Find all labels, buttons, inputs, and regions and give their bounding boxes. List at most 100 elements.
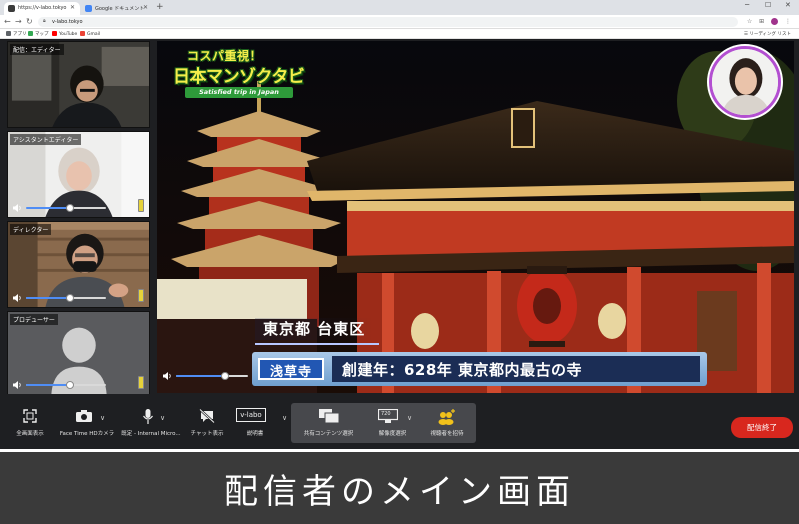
apps-icon: [6, 31, 11, 36]
reload-icon[interactable]: ↻: [26, 17, 33, 26]
chevron-down-icon[interactable]: ∨: [407, 414, 412, 422]
bookmarks-bar: アプリ マップ YouTube Gmail ☰ リーディング リスト: [0, 29, 799, 39]
volume-slider-fill: [176, 375, 225, 377]
chevron-down-icon[interactable]: ∨: [100, 414, 105, 422]
volume-slider-fill: [26, 384, 70, 386]
location-underline: [255, 343, 379, 345]
volume-slider-fill: [26, 207, 70, 209]
docs-favicon-icon: [85, 5, 92, 12]
tab-label: https://v-labo.tokyo: [18, 5, 67, 11]
chevron-down-icon[interactable]: ∨: [282, 414, 287, 422]
browser-tab-google-docs[interactable]: Google ドキュメント ✕: [81, 2, 153, 15]
volume-slider-thumb[interactable]: [221, 372, 229, 380]
volume-control: [11, 376, 148, 390]
mic-level-indicator: [138, 199, 144, 212]
new-tab-button[interactable]: +: [156, 2, 164, 12]
volume-slider-fill: [26, 297, 70, 299]
host-video-feed: [712, 49, 778, 115]
close-icon[interactable]: ✕: [143, 4, 148, 11]
participant-name: ディレクター: [10, 224, 52, 235]
participant-tile-editor[interactable]: 配信：エディター: [7, 41, 150, 128]
profile-avatar[interactable]: [771, 18, 779, 25]
fullscreen-icon: [23, 409, 37, 423]
camera-select-button[interactable]: ∨ Face Time HDカメラ: [58, 394, 116, 449]
location-caption: 東京都 台東区: [255, 318, 374, 340]
address-text: v-labo.tokyo: [52, 19, 83, 25]
streaming-app: 配信：エディター アシスタントエディター ディレクター プロデューサー コスパ重…: [0, 39, 799, 449]
volume-slider[interactable]: [26, 294, 106, 302]
main-volume-control: [161, 371, 256, 381]
participant-name: プロデューサー: [10, 314, 58, 325]
vlabo-logo-icon: v-labo: [236, 408, 266, 422]
address-bar[interactable]: 🔒︎ v-labo.tokyo: [38, 17, 738, 27]
chat-toggle-button[interactable]: チャット表示: [186, 394, 228, 449]
speaker-icon[interactable]: [13, 204, 22, 212]
volume-slider[interactable]: [26, 204, 106, 212]
lock-icon: 🔒︎: [43, 18, 46, 24]
camera-icon: [76, 410, 93, 422]
volume-control: [11, 199, 148, 213]
volume-slider-thumb[interactable]: [66, 204, 74, 212]
participant-tile-assistant-editor[interactable]: アシスタントエディター: [7, 131, 150, 218]
show-logo: コスパ重視！ 日本マンゾクタビ Satisfied trip in Japan: [171, 47, 305, 101]
volume-slider[interactable]: [26, 381, 106, 389]
toolbar-icons: ☆ ⊞ ⋮: [742, 18, 791, 25]
speaker-icon[interactable]: [13, 294, 22, 302]
host-camera-bubble[interactable]: [709, 46, 781, 118]
mic-select-button[interactable]: ∨ 既定 - Internal Micro...: [118, 394, 184, 449]
volume-slider-thumb[interactable]: [66, 294, 74, 302]
tab-label: Google ドキュメント: [95, 6, 145, 12]
participant-name: 配信：エディター: [10, 44, 64, 55]
close-window-icon[interactable]: ✕: [785, 1, 791, 9]
share-screen-icon: [318, 409, 339, 423]
microphone-icon: [142, 409, 153, 424]
chat-hidden-icon: [199, 409, 215, 423]
browser-tab-vlabo[interactable]: https://v-labo.tokyo ✕: [4, 2, 80, 15]
reading-list-button[interactable]: ☰ リーディング リスト: [744, 31, 791, 37]
mic-level-indicator: [138, 289, 144, 302]
logo-subtitle: Satisfied trip in Japan: [185, 87, 293, 98]
bookmark-gmail[interactable]: Gmail: [80, 31, 100, 37]
extensions-icon[interactable]: ⊞: [759, 18, 764, 25]
resolution-select-button[interactable]: 720 ∨ 解像度選択: [365, 394, 420, 449]
share-content-button[interactable]: 共有コンテンツ選択: [291, 394, 366, 449]
mic-level-indicator: [138, 376, 144, 389]
invite-people-icon: [438, 409, 455, 425]
main-video-feed[interactable]: コスパ重視！ 日本マンゾクタビ Satisfied trip in Japan …: [157, 41, 794, 393]
place-title-banner: 浅草寺 創建年：628年 東京都内最古の寺: [252, 352, 707, 386]
participant-tile-producer[interactable]: プロデューサー: [7, 311, 150, 395]
vlabo-favicon-icon: [8, 5, 15, 12]
minimize-icon[interactable]: ─: [745, 1, 749, 9]
forward-icon[interactable]: →: [15, 17, 22, 26]
volume-slider-thumb[interactable]: [66, 381, 74, 389]
speaker-icon[interactable]: [13, 381, 22, 389]
logo-title: 日本マンゾクタビ: [173, 67, 305, 87]
close-icon[interactable]: ✕: [70, 4, 75, 11]
youtube-icon: [52, 31, 57, 36]
bookmark-apps[interactable]: アプリ: [6, 31, 27, 37]
maps-icon: [28, 31, 33, 36]
bookmark-youtube[interactable]: YouTube: [52, 31, 77, 37]
volume-control: [11, 289, 148, 303]
chevron-down-icon[interactable]: ∨: [160, 414, 165, 422]
end-stream-button[interactable]: 配信終了: [731, 417, 793, 438]
maximize-icon[interactable]: ☐: [765, 1, 771, 9]
menu-icon[interactable]: ⋮: [785, 18, 791, 25]
gmail-icon: [80, 31, 85, 36]
place-description: 創建年：628年 東京都内最古の寺: [332, 356, 700, 382]
resolution-badge: 720: [381, 411, 391, 417]
image-caption: 配信者のメイン画面: [0, 452, 799, 524]
fullscreen-button[interactable]: 全画面表示: [8, 394, 52, 449]
participant-tile-director[interactable]: ディレクター: [7, 221, 150, 308]
back-icon[interactable]: ←: [4, 17, 11, 26]
volume-slider[interactable]: [176, 372, 248, 380]
bookmark-maps[interactable]: マップ: [28, 31, 49, 37]
browser-tabbar: https://v-labo.tokyo ✕ Google ドキュメント ✕ +…: [0, 0, 799, 15]
speaker-icon[interactable]: [163, 372, 172, 380]
control-bar: 全画面表示 ∨ Face Time HDカメラ ∨ 既定 - Internal …: [0, 394, 799, 449]
invite-viewers-button[interactable]: 視聴者を招待: [419, 394, 475, 449]
media-action-group: 共有コンテンツ選択 720 ∨ 解像度選択 視聴者を招待: [291, 403, 476, 443]
place-name-tag: 浅草寺: [258, 358, 324, 380]
star-icon[interactable]: ☆: [747, 18, 752, 25]
manual-button[interactable]: v-labo ∨ 説明書: [234, 394, 287, 449]
